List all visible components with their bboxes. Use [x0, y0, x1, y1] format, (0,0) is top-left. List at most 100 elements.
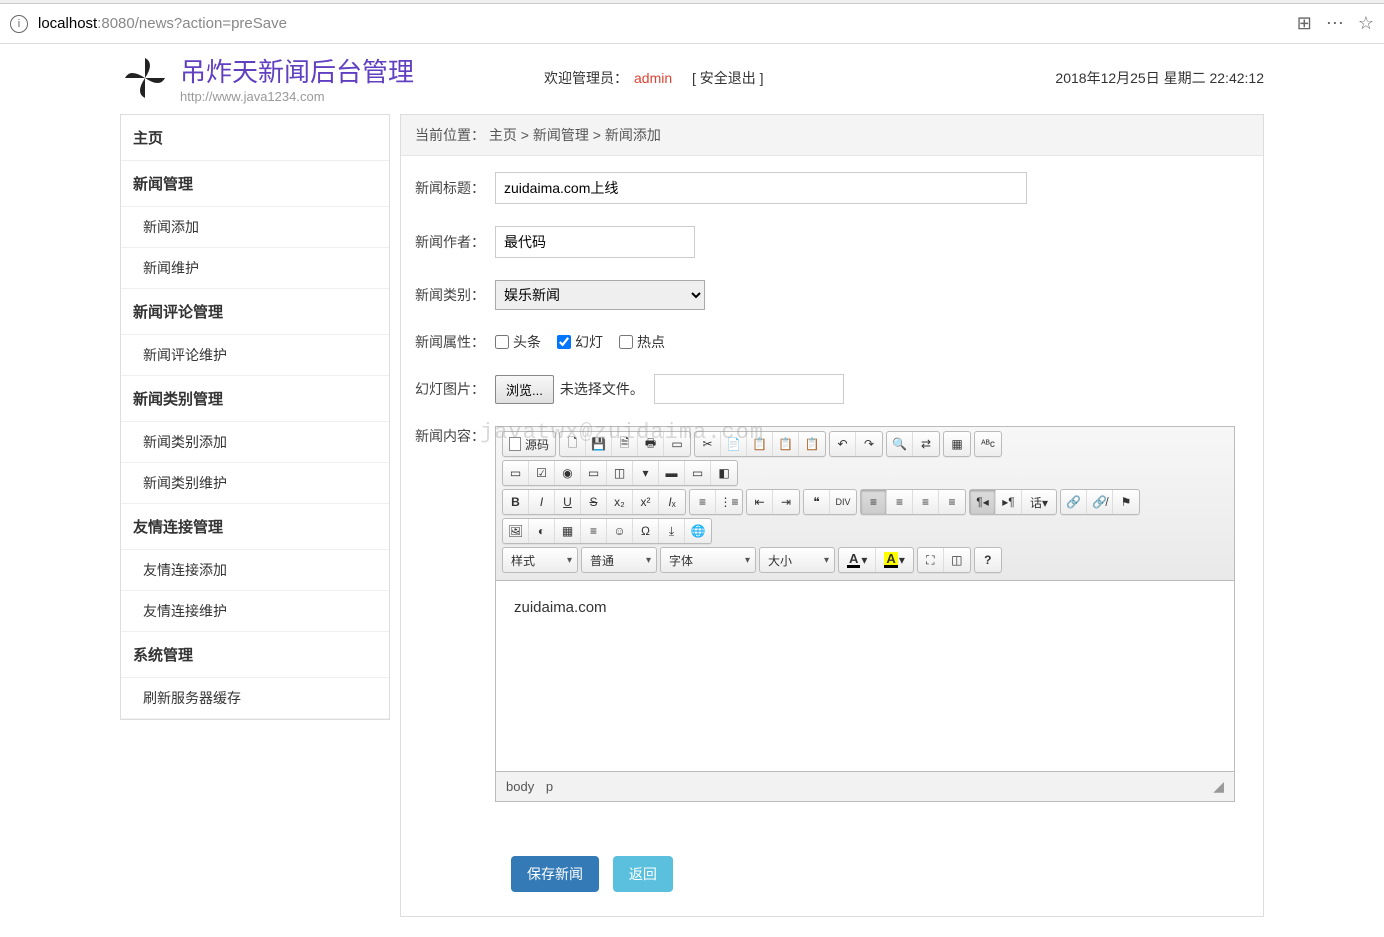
resize-grip[interactable]: ◢ [1213, 778, 1224, 795]
bulletlist-icon[interactable]: ⋮≡ [716, 490, 742, 514]
sidebar-item[interactable]: 刷新服务器缓存 [121, 678, 389, 719]
breadcrumb-part[interactable]: 新闻管理 [533, 127, 589, 143]
alignleft-icon[interactable]: ≡ [861, 490, 887, 514]
template-icon[interactable]: ▭ [664, 432, 690, 456]
checkbox-icon[interactable]: ☑ [529, 461, 555, 485]
breadcrumb-part[interactable]: 主页 [489, 127, 517, 143]
blockquote-icon[interactable]: ❝ [804, 490, 830, 514]
italic-icon[interactable]: I [529, 490, 555, 514]
ltr-icon[interactable]: ¶◂ [970, 490, 996, 514]
about-icon[interactable]: ? [975, 548, 1001, 572]
font-dropdown[interactable]: 字体 [660, 547, 756, 573]
save-icon[interactable]: 💾 [586, 432, 612, 456]
sidebar-item[interactable]: 友情连接维护 [121, 591, 389, 632]
indent-icon[interactable]: ⇥ [773, 490, 799, 514]
hidden-icon[interactable]: ◧ [711, 461, 737, 485]
attr-checkbox[interactable] [557, 335, 571, 349]
rtl-icon[interactable]: ▸¶ [996, 490, 1022, 514]
undo-icon[interactable]: ↶ [830, 432, 856, 456]
alignjustify-icon[interactable]: ≡ [939, 490, 965, 514]
save-button[interactable]: 保存新闻 [511, 856, 599, 892]
form-icon[interactable]: ▭ [503, 461, 529, 485]
path-body[interactable]: body [506, 779, 534, 794]
replace-icon[interactable]: ⇄ [913, 432, 939, 456]
specialchar-icon[interactable]: Ω [633, 519, 659, 543]
iframe-icon[interactable]: 🌐 [685, 519, 711, 543]
hr-icon[interactable]: ≡ [581, 519, 607, 543]
star-icon[interactable]: ☆ [1358, 13, 1374, 34]
table-icon[interactable]: ▦ [555, 519, 581, 543]
numlist-icon[interactable]: ≡ [690, 490, 716, 514]
bold-icon[interactable]: B [503, 490, 529, 514]
sidebar-item[interactable]: 新闻类别维护 [121, 463, 389, 504]
format-dropdown[interactable]: 普通 [581, 547, 657, 573]
paste-word-icon[interactable]: 📋 [799, 432, 825, 456]
div-icon[interactable]: DIV [830, 490, 856, 514]
slide-path-input[interactable] [654, 374, 844, 404]
underline-icon[interactable]: U [555, 490, 581, 514]
sidebar-item[interactable]: 新闻类别添加 [121, 422, 389, 463]
cut-icon[interactable]: ✂ [695, 432, 721, 456]
attr-option[interactable]: 幻灯 [557, 332, 603, 352]
aligncenter-icon[interactable]: ≡ [887, 490, 913, 514]
textarea-icon[interactable]: ◫ [607, 461, 633, 485]
paste-icon[interactable]: 📋 [747, 432, 773, 456]
anchor-icon[interactable]: ⚑ [1113, 490, 1139, 514]
sidebar-item[interactable]: 友情连接添加 [121, 550, 389, 591]
source-button[interactable]: 源码 [503, 432, 555, 456]
browse-button[interactable]: 浏览... [495, 375, 554, 404]
sidebar-head: 新闻类别管理 [121, 376, 389, 422]
button-icon[interactable]: ▬ [659, 461, 685, 485]
url-text[interactable]: localhost:8080/news?action=preSave [38, 15, 1297, 32]
new-icon[interactable]: 🗋 [560, 432, 586, 456]
bgcolor-icon[interactable]: A▾ [876, 548, 912, 572]
select-icon[interactable]: ▾ [633, 461, 659, 485]
sidebar-item[interactable]: 新闻维护 [121, 248, 389, 289]
alignright-icon[interactable]: ≡ [913, 490, 939, 514]
language-icon[interactable]: 话▾ [1022, 490, 1056, 514]
superscript-icon[interactable]: x² [633, 490, 659, 514]
removeformat-icon[interactable]: Iₓ [659, 490, 685, 514]
preview-icon[interactable]: 🗎 [612, 432, 638, 456]
style-dropdown[interactable]: 样式 [502, 547, 578, 573]
path-p[interactable]: p [546, 779, 553, 794]
textfield-icon[interactable]: ▭ [581, 461, 607, 485]
attr-option[interactable]: 头条 [495, 332, 541, 352]
category-select[interactable]: 娱乐新闻 [495, 280, 705, 310]
sidebar-item[interactable]: 新闻评论维护 [121, 335, 389, 376]
unlink-icon[interactable]: 🔗̸ [1087, 490, 1113, 514]
copy-icon[interactable]: 📄 [721, 432, 747, 456]
radio-icon[interactable]: ◉ [555, 461, 581, 485]
paste-text-icon[interactable]: 📋 [773, 432, 799, 456]
attr-option[interactable]: 热点 [619, 332, 665, 352]
editor-body[interactable]: zuidaima.com [496, 581, 1234, 771]
pagebreak-icon[interactable]: ⤓ [659, 519, 685, 543]
qr-icon[interactable]: ⊞ [1297, 13, 1312, 34]
textcolor-icon[interactable]: A▾ [839, 548, 876, 572]
attr-checkbox[interactable] [495, 335, 509, 349]
redo-icon[interactable]: ↷ [856, 432, 882, 456]
size-dropdown[interactable]: 大小 [759, 547, 835, 573]
link-icon[interactable]: 🔗 [1061, 490, 1087, 514]
strike-icon[interactable]: S [581, 490, 607, 514]
outdent-icon[interactable]: ⇤ [747, 490, 773, 514]
info-icon[interactable]: i [10, 15, 28, 33]
maximize-icon[interactable]: ⛶ [918, 548, 944, 572]
logout-link[interactable]: [ 安全退出 ] [692, 68, 764, 88]
more-icon[interactable]: ⋯ [1326, 13, 1344, 34]
showblocks-icon[interactable]: ◫ [944, 548, 970, 572]
imagebutton-icon[interactable]: ▭ [685, 461, 711, 485]
find-icon[interactable]: 🔍 [887, 432, 913, 456]
subscript-icon[interactable]: x₂ [607, 490, 633, 514]
back-button[interactable]: 返回 [613, 856, 673, 892]
title-input[interactable] [495, 172, 1027, 204]
sidebar-item[interactable]: 新闻添加 [121, 207, 389, 248]
flash-icon[interactable]: ◐ [529, 519, 555, 543]
smiley-icon[interactable]: ☺ [607, 519, 633, 543]
print-icon[interactable]: 🖶 [638, 432, 664, 456]
spellcheck-icon[interactable]: ᴬᴮᴄ [975, 432, 1001, 456]
selectall-icon[interactable]: ▦ [944, 432, 970, 456]
attr-checkbox[interactable] [619, 335, 633, 349]
image-icon[interactable]: 🖼 [503, 519, 529, 543]
author-input[interactable] [495, 226, 695, 258]
